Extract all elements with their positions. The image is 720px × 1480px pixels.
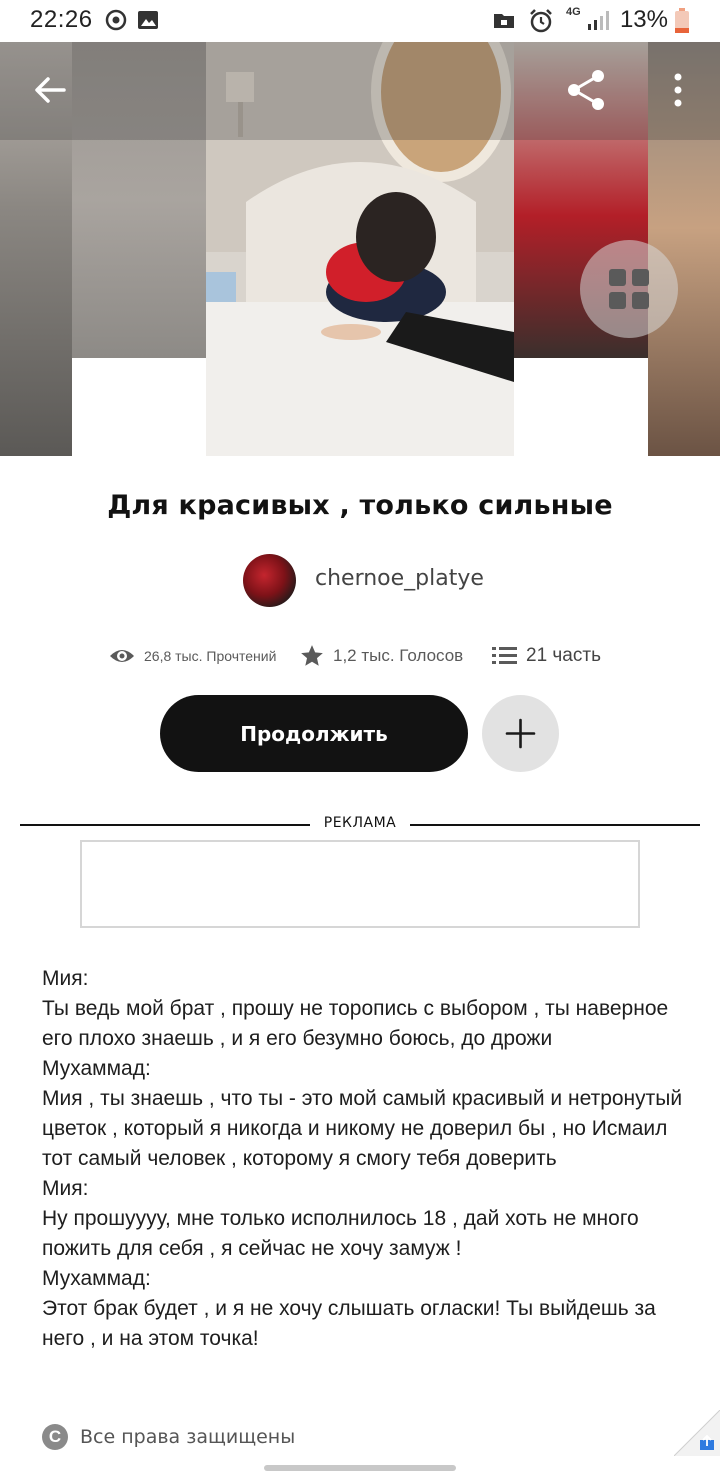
- content-line: Ты ведь мой брат , прошу не торопись с в…: [42, 997, 669, 1050]
- network-type: 4G: [566, 6, 581, 18]
- content-line: Мия:: [42, 1177, 89, 1200]
- battery-percent: 13%: [619, 6, 668, 33]
- author-name[interactable]: chernoe_platye: [315, 566, 484, 591]
- author-avatar[interactable]: [243, 554, 296, 607]
- share-icon[interactable]: [562, 66, 610, 114]
- story-stats: 26,8 тыс. Прочтений 1,2 тыс. Голосов 21 …: [0, 640, 720, 672]
- home-indicator[interactable]: [264, 1465, 456, 1471]
- battery-low-icon: [675, 8, 689, 33]
- story-cover: [0, 42, 720, 456]
- star-icon: [301, 645, 323, 666]
- list-icon: [492, 647, 517, 664]
- ad-divider-right: [410, 824, 700, 826]
- parts-count: 21 часть: [526, 645, 601, 666]
- votes-count: 1,2 тыс. Голосов: [333, 646, 464, 665]
- content-line: Мухаммад:: [42, 1267, 151, 1290]
- votes-stat: 1,2 тыс. Голосов: [299, 640, 463, 672]
- story-title: Для красивых , только сильные: [107, 490, 613, 521]
- status-bar: 22:26 4G 13%: [0, 0, 720, 42]
- plus-icon: [505, 718, 536, 749]
- parts-stat: 21 часть: [492, 640, 601, 672]
- copyright-icon: C: [42, 1424, 68, 1450]
- back-arrow-icon[interactable]: [28, 68, 72, 112]
- story-content: Мия: Ты ведь мой брат , прошу не торопис…: [42, 964, 692, 1354]
- ad-banner[interactable]: [80, 840, 640, 928]
- status-time: 22:26: [30, 6, 93, 33]
- ad-divider-left: [20, 824, 310, 826]
- folder-lock-icon: [494, 14, 514, 28]
- content-line: Ну прошуууу, мне только исполнилось 18 ,…: [42, 1207, 639, 1260]
- ad-label: РЕКЛАМА: [323, 815, 397, 831]
- page-corner-icon[interactable]: [674, 1410, 720, 1456]
- continue-reading-button[interactable]: Продолжить: [160, 695, 468, 772]
- copyright-notice: C Все права защищены: [42, 1423, 295, 1451]
- sync-icon: [105, 9, 127, 31]
- more-vertical-icon[interactable]: [664, 68, 692, 112]
- content-line: Мия:: [42, 967, 89, 990]
- content-line: Этот брак будет , и я не хочу слышать ог…: [42, 1297, 656, 1350]
- alarm-icon: [530, 9, 552, 33]
- signal-icon: [588, 11, 609, 30]
- eye-icon: [110, 650, 134, 662]
- copyright-text: Все права защищены: [80, 1426, 296, 1448]
- grid-icon[interactable]: [580, 240, 678, 338]
- toolbar: [0, 42, 720, 140]
- reads-stat: 26,8 тыс. Прочтений: [108, 640, 276, 672]
- reads-count: 26,8 тыс. Прочтений: [144, 648, 277, 664]
- gallery-icon: [138, 11, 158, 29]
- add-to-library-button[interactable]: [482, 695, 559, 772]
- content-line: Мухаммад:: [42, 1057, 151, 1080]
- author-row: chernoe_platye: [0, 552, 720, 608]
- content-line: Мия , ты знаешь , что ты - это мой самый…: [42, 1087, 683, 1170]
